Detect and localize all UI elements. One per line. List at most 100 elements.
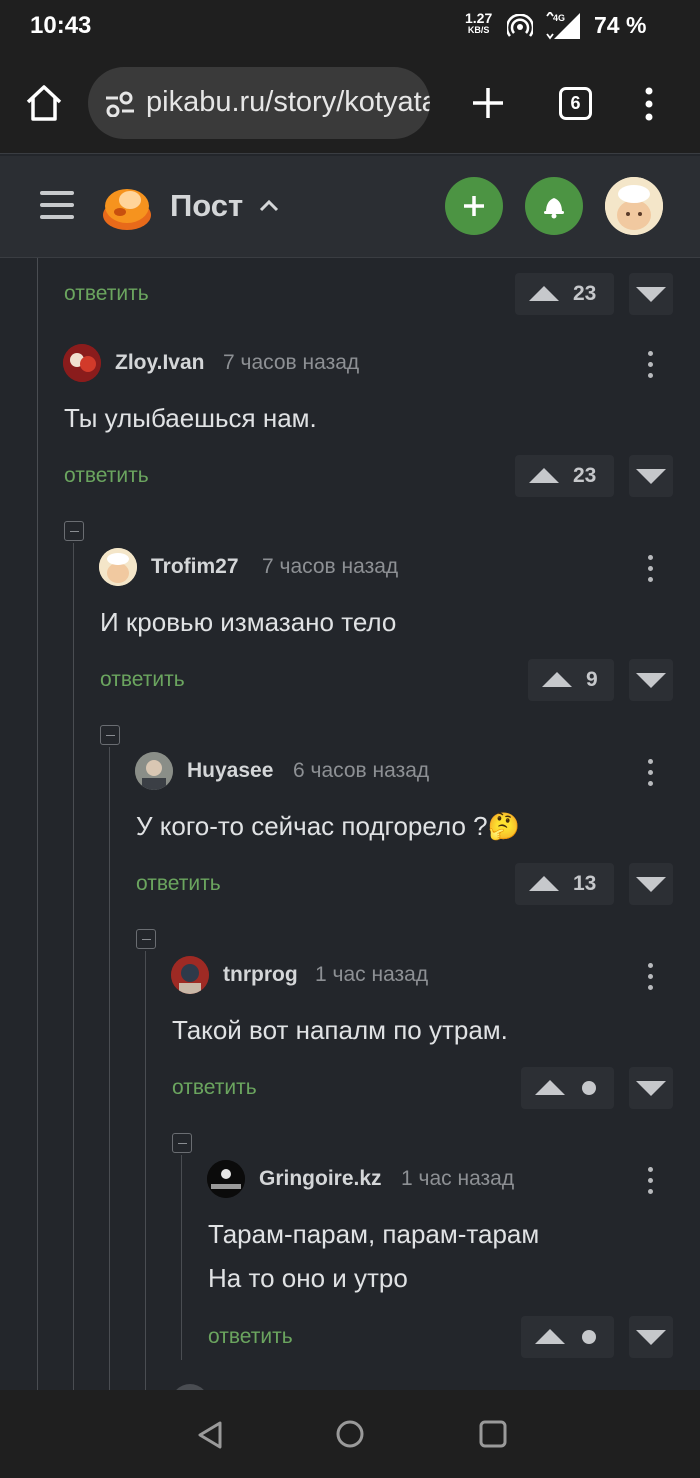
comment-text-line: На то оно и утро — [208, 1263, 408, 1293]
browser-menu-icon[interactable] — [640, 86, 658, 122]
hotspot-icon — [507, 14, 533, 37]
home-icon[interactable] — [22, 83, 66, 123]
comment-author[interactable]: Huyasee — [187, 759, 273, 783]
zloy-avatar-icon — [63, 344, 101, 382]
user-avatar[interactable] — [605, 177, 663, 235]
site-settings-icon[interactable] — [104, 91, 136, 117]
comment-author[interactable]: Zloy.Ivan — [115, 351, 204, 375]
thread-line — [145, 951, 146, 1390]
comment-text-line: Тарам-парам, парам-тарам — [208, 1219, 540, 1249]
comment-text: Такой вот напалм по утрам. — [172, 1015, 508, 1045]
battery-level: 74 % — [594, 12, 647, 38]
status-bar: 10:43 1.27 KB/S 4G 74 % — [0, 0, 700, 56]
vote-count: 9 — [586, 668, 598, 691]
collapse-thread-button[interactable] — [64, 521, 84, 541]
upvote-button[interactable]: 13 — [515, 863, 614, 905]
reply-link[interactable]: ответить — [100, 668, 185, 692]
comment-text: И кровью измазано тело — [100, 607, 397, 637]
site-header: Пост — [0, 156, 700, 258]
upvote-button[interactable] — [521, 1316, 614, 1358]
home-circle-icon[interactable] — [335, 1419, 365, 1449]
avatar[interactable] — [99, 548, 137, 586]
signal-4g-icon: 4G — [546, 12, 580, 40]
downvote-button[interactable] — [629, 863, 673, 905]
recent-apps-icon[interactable] — [479, 1420, 507, 1448]
more-options-icon[interactable] — [648, 1167, 654, 1200]
thread-line — [109, 747, 110, 1390]
system-navigation-bar — [0, 1390, 700, 1478]
collapse-thread-button[interactable] — [172, 1133, 192, 1153]
reply-link[interactable]: ответить — [136, 872, 221, 896]
more-options-icon[interactable] — [648, 351, 654, 384]
avatar[interactable] — [63, 344, 101, 382]
vote-count: 23 — [573, 464, 597, 487]
more-options-icon[interactable] — [648, 555, 654, 588]
downvote-button[interactable] — [629, 1067, 673, 1109]
downvote-button[interactable] — [629, 1316, 673, 1358]
network-speed: 1.27 KB/S — [465, 10, 493, 35]
upvote-button[interactable]: 23 — [515, 273, 614, 315]
back-icon[interactable] — [196, 1420, 224, 1450]
gringoire-avatar-icon — [207, 1160, 245, 1198]
downvote-button[interactable] — [629, 659, 673, 701]
reply-link[interactable]: ответить — [64, 464, 149, 488]
pikabu-logo-icon[interactable] — [100, 182, 154, 232]
arrow-up-icon — [535, 1080, 565, 1095]
address-bar[interactable]: pikabu.ru/story/kotyata — [88, 67, 430, 139]
downvote-button[interactable] — [629, 455, 673, 497]
collapse-thread-button[interactable] — [136, 929, 156, 949]
avatar[interactable] — [135, 752, 173, 790]
comment-time[interactable]: 6 часов назад — [293, 759, 429, 783]
avatar[interactable] — [207, 1160, 245, 1198]
arrow-up-icon — [542, 672, 572, 687]
comment-author[interactable]: Trofim27 — [151, 555, 239, 579]
downvote-button[interactable] — [629, 273, 673, 315]
comment-time[interactable]: 1 час назад — [401, 1167, 514, 1191]
tab-switcher-button[interactable]: 6 — [559, 87, 592, 120]
more-options-icon[interactable] — [648, 963, 654, 996]
comment-time[interactable]: 7 часов назад — [262, 555, 398, 579]
notifications-button[interactable] — [525, 177, 583, 235]
reply-link[interactable]: ответить — [172, 1076, 257, 1100]
avatar[interactable] — [171, 956, 209, 994]
comment-text: У кого-то сейчас подгорело ?🤔 — [136, 811, 520, 841]
upvote-button[interactable]: 23 — [515, 455, 614, 497]
tnrprog-avatar-icon — [171, 956, 209, 994]
plus-icon — [464, 196, 484, 216]
baby-avatar-icon — [605, 177, 663, 235]
url-text[interactable]: pikabu.ru/story/kotyata — [146, 86, 430, 119]
arrow-up-icon — [529, 286, 559, 301]
vote-hidden-dot — [582, 1330, 596, 1344]
comment-author[interactable]: Gringoire.kz — [259, 1167, 382, 1191]
bell-icon — [544, 198, 564, 219]
upvote-button[interactable] — [521, 1067, 614, 1109]
reply-link[interactable]: ответить — [64, 282, 149, 306]
add-post-button[interactable] — [445, 177, 503, 235]
comment-time[interactable]: 7 часов назад — [223, 351, 359, 375]
more-options-icon[interactable] — [648, 759, 654, 792]
thread-line — [73, 543, 74, 1390]
thread-line — [37, 258, 38, 1390]
hamburger-menu-icon[interactable] — [40, 189, 74, 221]
vote-count: 23 — [573, 282, 597, 305]
comment-time[interactable]: 1 час назад — [315, 963, 428, 987]
huyasee-avatar-icon — [135, 752, 173, 790]
upvote-button[interactable]: 9 — [528, 659, 614, 701]
arrow-up-icon — [535, 1329, 565, 1344]
status-time: 10:43 — [30, 12, 92, 39]
arrow-up-icon — [529, 468, 559, 483]
arrow-up-icon — [529, 876, 559, 891]
comment-author[interactable]: tnrprog — [223, 963, 298, 987]
collapse-thread-button[interactable] — [100, 725, 120, 745]
vote-hidden-dot — [582, 1081, 596, 1095]
trofim-avatar-icon — [99, 548, 137, 586]
browser-toolbar: pikabu.ru/story/kotyata 6 — [0, 56, 700, 154]
comment-text: Ты улыбаешься нам. — [64, 403, 317, 433]
page-title[interactable]: Пост — [170, 188, 243, 224]
comments-thread: ответить 23 Zloy.Ivan 7 часов назад Ты у… — [0, 258, 700, 1390]
vote-count: 13 — [573, 872, 597, 895]
chevron-up-icon[interactable] — [259, 198, 279, 212]
reply-link[interactable]: ответить — [208, 1325, 293, 1349]
new-tab-icon[interactable] — [470, 85, 506, 121]
thread-line — [181, 1155, 182, 1360]
